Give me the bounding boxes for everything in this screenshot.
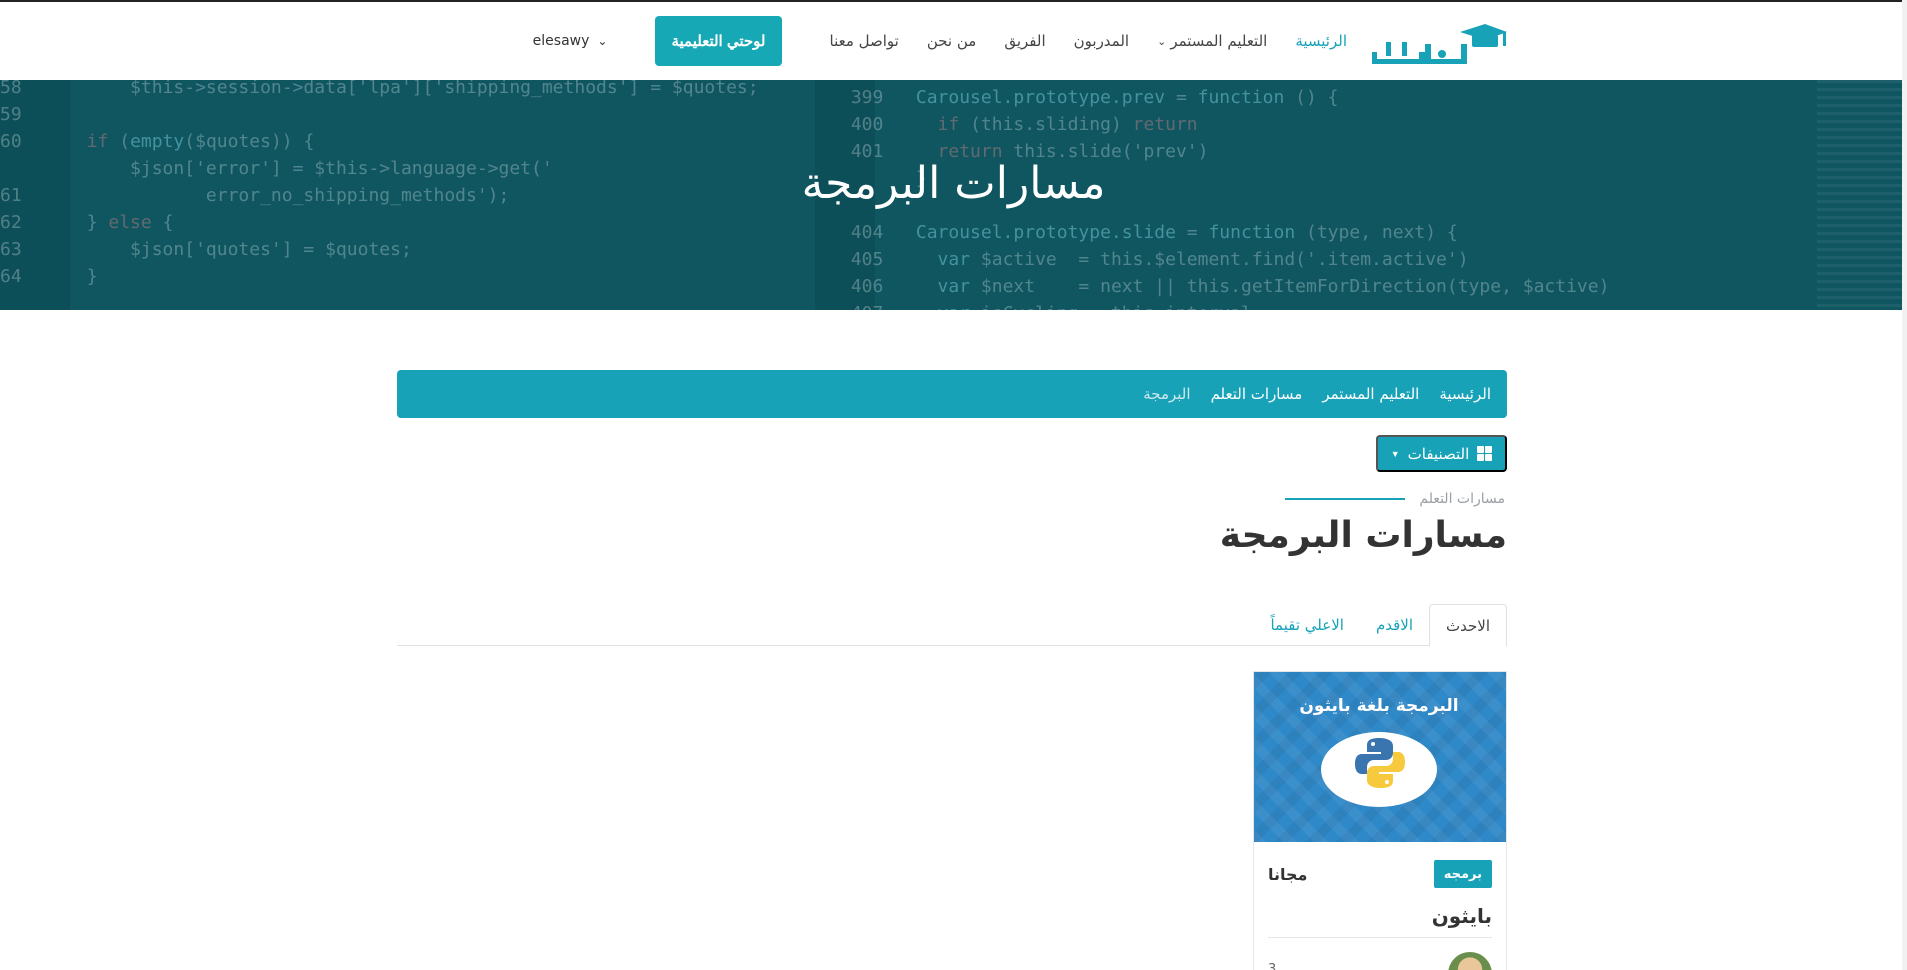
page-scrollbar[interactable] xyxy=(1902,0,1907,970)
main-nav: الرئيسية التعليم المستمر ⌄ المدربون الفر… xyxy=(533,2,1347,80)
site-logo[interactable] xyxy=(1371,22,1507,65)
thumbnail-title: البرمجة بلغة بايثون xyxy=(1299,696,1459,716)
course-price: مجانا xyxy=(1268,864,1308,884)
username: elesawy xyxy=(532,33,590,49)
course-card[interactable]: البرمجة بلغة بايثون برمجه مجانا بايثون 3 xyxy=(1253,671,1507,970)
top-navbar: الرئيسية التعليم المستمر ⌄ المدربون الفر… xyxy=(0,0,1907,80)
breadcrumb-current: البرمجة xyxy=(1143,385,1191,403)
breadcrumb-learning-paths[interactable]: مسارات التعلم xyxy=(1211,385,1303,403)
section-eyebrow-line xyxy=(1285,498,1406,500)
categories-label: التصنيفات xyxy=(1407,445,1470,463)
breadcrumb: الرئيسية التعليم المستمر مسارات التعلم ا… xyxy=(397,370,1507,418)
chevron-down-icon: ⌄ xyxy=(597,34,608,48)
course-lessons-count: 3 xyxy=(1268,962,1277,970)
caret-down-icon: ▼ xyxy=(1390,448,1400,459)
hero-banner: 58 $this->session->data['lpa']['shipping… xyxy=(0,80,1907,310)
course-meta: برمجه مجانا xyxy=(1268,859,1492,889)
python-logo-icon xyxy=(1355,738,1405,788)
section-eyebrow-text: مسارات التعلم xyxy=(1419,491,1505,507)
section-title: مسارات البرمجة xyxy=(1219,515,1507,556)
tab-oldest[interactable]: الاقدم xyxy=(1360,604,1429,646)
graduation-cap-logo-icon xyxy=(1371,24,1507,65)
tab-top-rated[interactable]: الاعلي تقيماً xyxy=(1254,604,1359,646)
sort-tabs: الاحدث الاقدم الاعلي تقيماً xyxy=(397,604,1507,647)
grid-icon xyxy=(1477,446,1493,461)
nav-continuing-education-label: التعليم المستمر xyxy=(1170,32,1268,50)
nav-home[interactable]: الرئيسية xyxy=(1295,32,1347,50)
user-menu[interactable]: ⌄ elesawy xyxy=(533,33,608,49)
section-eyebrow: مسارات التعلم xyxy=(1285,491,1505,507)
nav-team[interactable]: الفريق xyxy=(1004,32,1045,50)
card-divider xyxy=(1268,937,1492,938)
dashboard-button[interactable]: لوحتي التعليمية xyxy=(655,16,782,66)
tab-newest[interactable]: الاحدث xyxy=(1429,604,1507,647)
nav-trainers[interactable]: المدربون xyxy=(1074,32,1129,50)
instructor-avatar[interactable] xyxy=(1448,952,1492,970)
navbar-inner: الرئيسية التعليم المستمر ⌄ المدربون الفر… xyxy=(400,2,1507,80)
course-title[interactable]: بايثون xyxy=(1432,904,1492,928)
course-thumbnail[interactable]: البرمجة بلغة بايثون xyxy=(1254,672,1506,842)
nav-continuing-education[interactable]: التعليم المستمر ⌄ xyxy=(1157,32,1267,50)
breadcrumb-continuing-education[interactable]: التعليم المستمر xyxy=(1322,385,1419,403)
categories-dropdown-button[interactable]: التصنيفات ▼ xyxy=(1376,435,1507,472)
nav-contact[interactable]: تواصل معنا xyxy=(830,32,899,50)
breadcrumb-home[interactable]: الرئيسية xyxy=(1439,385,1491,403)
chevron-down-icon: ⌄ xyxy=(1157,34,1167,48)
nav-about[interactable]: من نحن xyxy=(927,32,977,50)
category-badge[interactable]: برمجه xyxy=(1433,860,1492,888)
hero-title: مسارات البرمجة xyxy=(801,158,1106,209)
